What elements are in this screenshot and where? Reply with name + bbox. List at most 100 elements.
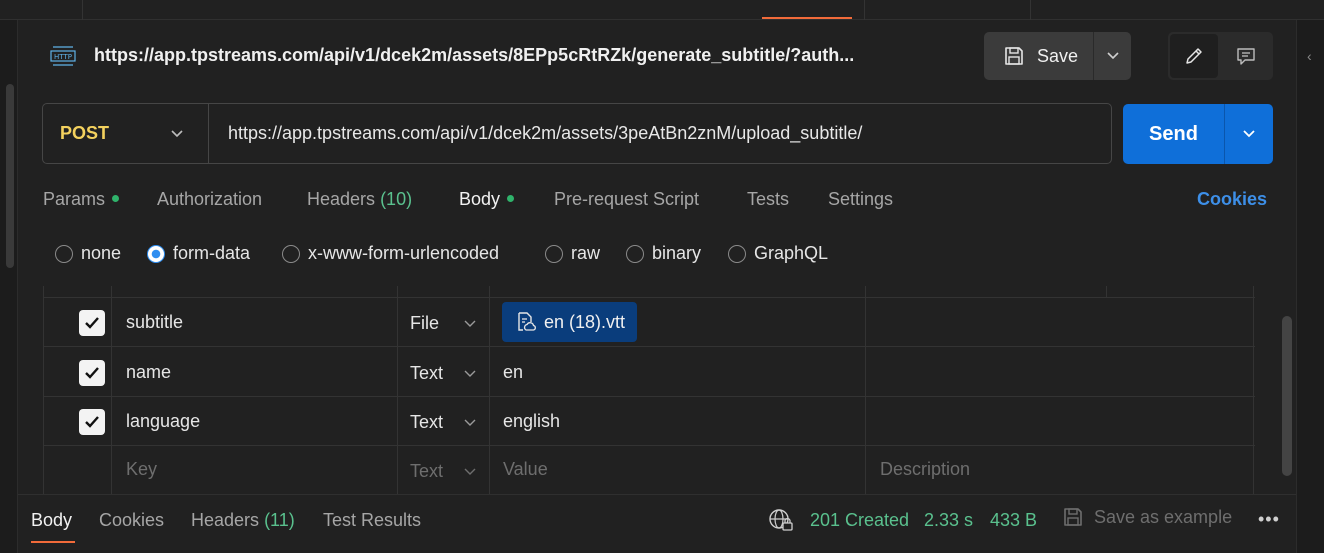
type-select[interactable]: Text	[410, 461, 476, 482]
save-options-dropdown[interactable]	[1094, 32, 1131, 80]
radio-binary[interactable]: binary	[626, 243, 701, 264]
table-scrollbar[interactable]	[1282, 316, 1292, 476]
active-request-tab-indicator	[762, 17, 852, 19]
response-tab-test-results[interactable]: Test Results	[323, 510, 421, 531]
right-panel-edge: ‹	[1296, 20, 1324, 553]
new-row: Key Text Value Description	[44, 446, 1255, 495]
sidebar-scrollbar[interactable]	[6, 84, 14, 268]
radio-none[interactable]: none	[55, 243, 121, 264]
row-value[interactable]: english	[503, 411, 560, 432]
radio-urlencoded[interactable]: x-www-form-urlencoded	[282, 243, 499, 264]
row-type: File	[410, 313, 440, 333]
table-row: name Text en	[44, 348, 1255, 397]
radio-binary-label: binary	[652, 243, 702, 263]
body-indicator-dot	[507, 194, 515, 202]
row-key[interactable]: language	[126, 411, 200, 432]
column-divider	[1106, 286, 1107, 298]
save-as-example-button[interactable]: Save as example	[1062, 506, 1232, 528]
tab-authorization[interactable]: Authorization	[157, 189, 262, 210]
response-tab-cookies[interactable]: Cookies	[99, 510, 164, 531]
save-button[interactable]: Save	[984, 32, 1093, 80]
tab-separator	[864, 0, 865, 20]
chevron-down-icon	[464, 468, 476, 475]
row-checkbox[interactable]	[79, 409, 105, 435]
more-options-icon[interactable]: •••	[1258, 509, 1280, 530]
method-select[interactable]: POST	[43, 104, 209, 163]
tab-tests[interactable]: Tests	[747, 189, 789, 210]
tab-headers-label: Headers	[307, 189, 376, 209]
row-checkbox[interactable]	[79, 310, 105, 336]
edit-button[interactable]	[1170, 34, 1218, 78]
description-input[interactable]: Description	[880, 459, 970, 480]
file-name: en (18).vtt	[544, 311, 626, 332]
network-globe-icon[interactable]	[768, 507, 794, 533]
row-value[interactable]: en	[503, 362, 523, 383]
tab-settings[interactable]: Settings	[828, 189, 893, 210]
method-label: POST	[60, 123, 110, 143]
radio-graphql[interactable]: GraphQL	[728, 243, 828, 264]
request-tab-strip	[0, 0, 1324, 20]
chevron-down-icon	[464, 320, 476, 327]
response-time[interactable]: 2.33 s	[924, 510, 973, 531]
chevron-down-icon	[464, 370, 476, 377]
table-row: subtitle File en (18).vtt	[44, 298, 1255, 347]
checkmark-icon	[85, 367, 99, 379]
svg-text:HTTP: HTTP	[54, 53, 72, 61]
type-select[interactable]: Text	[410, 363, 476, 384]
http-request-icon: HTTP	[50, 46, 76, 66]
type-select[interactable]: File	[410, 313, 476, 334]
row-type: Text	[410, 363, 444, 383]
radio-urlencoded-label: x-www-form-urlencoded	[308, 243, 500, 263]
key-input[interactable]: Key	[126, 459, 157, 480]
collapse-panel-icon[interactable]: ‹	[1307, 48, 1312, 64]
checkbox-cell	[44, 298, 111, 347]
response-tab-body[interactable]: Body	[31, 510, 72, 531]
row-type: Text	[410, 412, 444, 432]
comments-button[interactable]	[1220, 34, 1271, 78]
radio-circle	[55, 244, 73, 263]
chevron-down-icon	[1106, 52, 1119, 60]
row-checkbox[interactable]	[79, 360, 105, 386]
save-icon	[1005, 47, 1023, 65]
request-title[interactable]: https://app.tpstreams.com/api/v1/dcek2m/…	[94, 45, 854, 66]
tab-headers[interactable]: Headers (10)	[307, 189, 412, 210]
radio-raw[interactable]: raw	[545, 243, 600, 264]
headers-count: (10)	[380, 189, 413, 209]
table-header	[44, 286, 1255, 298]
radio-graphql-label: GraphQL	[754, 243, 829, 263]
tab-params-label: Params	[43, 189, 106, 209]
chevron-down-icon	[464, 419, 476, 426]
response-size[interactable]: 433 B	[990, 510, 1037, 531]
response-bar: Body Cookies Headers (11) Test Results 2…	[18, 494, 1296, 553]
radio-circle	[545, 244, 563, 263]
type-select[interactable]: Text	[410, 412, 476, 433]
value-input[interactable]: Value	[503, 459, 548, 480]
save-icon	[1064, 508, 1082, 526]
send-button[interactable]: Send	[1123, 104, 1224, 164]
table-row: language Text english	[44, 397, 1255, 446]
pencil-icon	[1186, 48, 1202, 64]
form-data-table: subtitle File en (18).vtt name Text en l…	[43, 286, 1255, 495]
radio-form-data[interactable]: form-data	[147, 243, 250, 264]
file-cloud-icon	[518, 312, 536, 331]
checkmark-icon	[85, 317, 99, 329]
tab-params[interactable]: Params	[43, 189, 120, 210]
params-indicator-dot	[112, 194, 120, 202]
tab-prerequest-script[interactable]: Pre-request Script	[554, 189, 699, 210]
tab-separator	[1030, 0, 1031, 20]
url-input[interactable]: https://app.tpstreams.com/api/v1/dcek2m/…	[209, 104, 1111, 163]
active-response-tab-indicator	[31, 541, 75, 543]
view-toggle-group	[1168, 32, 1273, 80]
save-label: Save	[1037, 45, 1079, 66]
file-chip[interactable]: en (18).vtt	[502, 302, 638, 342]
save-button-group: Save	[984, 32, 1131, 80]
row-key[interactable]: name	[126, 362, 171, 383]
send-options-dropdown[interactable]	[1225, 104, 1273, 164]
chevron-down-icon	[1243, 130, 1255, 138]
response-tab-headers[interactable]: Headers (11)	[191, 510, 295, 531]
tab-body[interactable]: Body	[459, 189, 515, 210]
response-status[interactable]: 201 Created	[810, 510, 909, 531]
save-as-example-label: Save as example	[1094, 506, 1233, 527]
radio-circle	[282, 244, 300, 263]
cookies-link[interactable]: Cookies	[1197, 189, 1267, 210]
